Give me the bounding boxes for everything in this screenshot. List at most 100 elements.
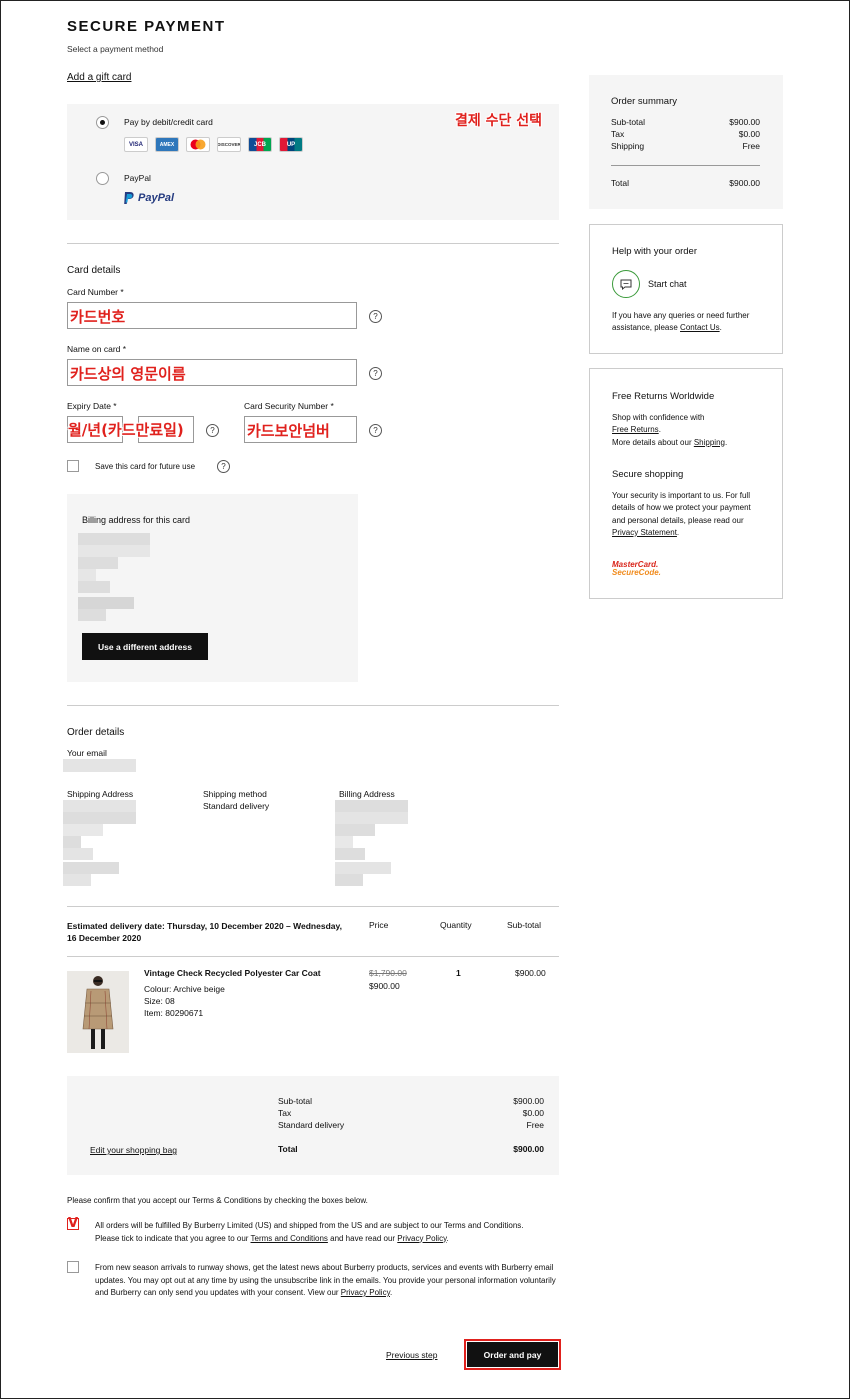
redacted-billing-address [335, 862, 391, 874]
marketing-checkbox[interactable] [67, 1261, 79, 1273]
paypal-option-label: PayPal [124, 173, 151, 183]
previous-step-link[interactable]: Previous step [386, 1350, 438, 1360]
product-name[interactable]: Vintage Check Recycled Polyester Car Coa… [144, 968, 321, 978]
card-option-label: Pay by debit/credit card [124, 117, 213, 127]
expiry-date-label: Expiry Date * [67, 401, 117, 411]
redacted-address-block [78, 609, 106, 621]
expiry-annotation: 월/년(카드만료일) [68, 421, 184, 439]
card-number-help-icon[interactable]: ? [369, 310, 382, 323]
redacted-address-block [78, 545, 150, 557]
shipping-address-label: Shipping Address [67, 789, 134, 799]
security-number-input[interactable]: 카드보안넘버 [244, 416, 357, 443]
product-size: Size: 08 [144, 996, 175, 1006]
terms-checkbox[interactable]: V [67, 1216, 79, 1231]
redacted-address-block [78, 597, 134, 609]
privacy-policy-link[interactable]: Privacy Policy [397, 1234, 446, 1243]
contact-us-link[interactable]: Contact Us [680, 323, 720, 332]
name-on-card-input[interactable]: 카드상의 영문이름 [67, 359, 357, 386]
save-card-checkbox[interactable] [67, 460, 79, 472]
marketing-text: From new season arrivals to runway shows… [95, 1263, 556, 1297]
security-number-annotation: 카드보안넘버 [247, 422, 330, 440]
help-text: If you have any queries or need further … [612, 311, 750, 332]
marketing-privacy-link[interactable]: Privacy Policy [341, 1288, 390, 1297]
free-returns-title: Free Returns Worldwide [612, 391, 715, 402]
card-number-input[interactable]: 카드번호 [67, 302, 357, 329]
product-price: $900.00 [369, 981, 400, 991]
redacted-address-block [78, 533, 150, 545]
terms-intro: Please confirm that you accept our Terms… [67, 1196, 368, 1205]
secure-shopping-text: Your security is important to us. For fu… [612, 491, 751, 537]
order-details-title: Order details [67, 727, 125, 738]
expiry-help-icon[interactable]: ? [206, 424, 219, 437]
payment-method-annotation: 결제 수단 선택 [455, 113, 543, 129]
add-gift-card-link[interactable]: Add a gift card [67, 72, 131, 83]
coat-image-icon [67, 971, 129, 1053]
terms-conditions-link[interactable]: Terms and Conditions [251, 1234, 328, 1243]
product-image[interactable] [67, 971, 129, 1053]
security-number-label: Card Security Number * [244, 401, 334, 411]
security-number-help-icon[interactable]: ? [369, 424, 382, 437]
paypal-logo: PayPal [124, 192, 174, 204]
redacted-billing-address [335, 874, 363, 886]
page-title: SECURE PAYMENT [67, 18, 226, 35]
chat-icon[interactable] [612, 270, 640, 298]
secure-shopping-title: Secure shopping [612, 469, 684, 480]
delivery-estimate: Estimated delivery date: Thursday, 10 De… [67, 921, 342, 943]
totals-subtotal-label: Sub-total [278, 1096, 313, 1106]
order-summary-panel: Order summary Sub-total $900.00 Tax $0.00 … [589, 75, 783, 209]
card-details-title: Card details [67, 265, 121, 276]
product-colour: Colour: Archive beige [144, 984, 225, 994]
page-subtitle: Select a payment method [67, 44, 164, 54]
billing-address-panel: Billing address for this card Use a diff… [67, 494, 358, 682]
use-different-address-button[interactable]: Use a different address [82, 633, 208, 660]
shipping-link[interactable]: Shipping [694, 438, 725, 447]
free-returns-link[interactable]: Free Returns [612, 425, 659, 434]
divider [67, 906, 559, 907]
redacted-billing-address [335, 836, 353, 848]
totals-tax-value: $0.00 [522, 1108, 544, 1118]
help-title: Help with your order [612, 246, 698, 257]
start-chat-link[interactable]: Start chat [648, 279, 687, 289]
save-card-help-icon[interactable]: ? [217, 460, 230, 473]
summary-total-row: Total $900.00 [611, 178, 760, 188]
redacted-shipping-address [63, 824, 103, 836]
redacted-email [63, 759, 136, 772]
name-on-card-help-icon[interactable]: ? [369, 367, 382, 380]
totals-total-label: Total [278, 1144, 298, 1154]
paypal-icon [124, 192, 134, 204]
privacy-statement-link[interactable]: Privacy Statement [612, 528, 677, 537]
paypal-radio[interactable] [96, 172, 109, 185]
redacted-billing-address [335, 824, 375, 836]
redacted-shipping-address [63, 874, 91, 886]
col-price-header: Price [369, 920, 389, 930]
product-original-price: $1,790.00 [369, 968, 407, 978]
help-panel: Help with your order Start chat If you h… [589, 224, 783, 354]
product-item-number: Item: 80290671 [144, 1008, 204, 1018]
summary-subtotal-row: Sub-total $900.00 [611, 117, 760, 127]
redacted-address-block [78, 581, 110, 593]
card-radio[interactable] [96, 116, 109, 129]
name-on-card-label: Name on card * [67, 344, 127, 354]
mastercard-icon [186, 137, 210, 152]
redacted-billing-address [335, 848, 365, 860]
card-logos: VISA AMEX DISCOVER JCB UP [124, 137, 303, 152]
order-summary-title: Order summary [611, 96, 677, 107]
payment-method-panel: 결제 수단 선택 Pay by debit/credit card VISA A… [67, 104, 559, 220]
totals-subtotal-value: $900.00 [513, 1096, 544, 1106]
name-on-card-annotation: 카드상의 영문이름 [70, 365, 186, 383]
jcb-icon: JCB [248, 137, 272, 152]
redacted-address-block [78, 569, 96, 581]
col-quantity-header: Quantity [440, 920, 472, 930]
totals-tax-label: Tax [278, 1108, 292, 1118]
edit-shopping-bag-link[interactable]: Edit your shopping bag [90, 1145, 177, 1155]
unionpay-icon: UP [279, 137, 303, 152]
redacted-shipping-address [63, 862, 119, 874]
redacted-shipping-address [63, 848, 93, 860]
order-and-pay-button[interactable]: Order and pay [467, 1342, 558, 1367]
totals-total-value: $900.00 [513, 1144, 544, 1154]
redacted-shipping-address [63, 836, 81, 848]
returns-panel: Free Returns Worldwide Shop with confide… [589, 368, 783, 599]
product-quantity: 1 [456, 968, 461, 978]
summary-tax-row: Tax $0.00 [611, 129, 760, 139]
product-subtotal: $900.00 [515, 968, 546, 978]
